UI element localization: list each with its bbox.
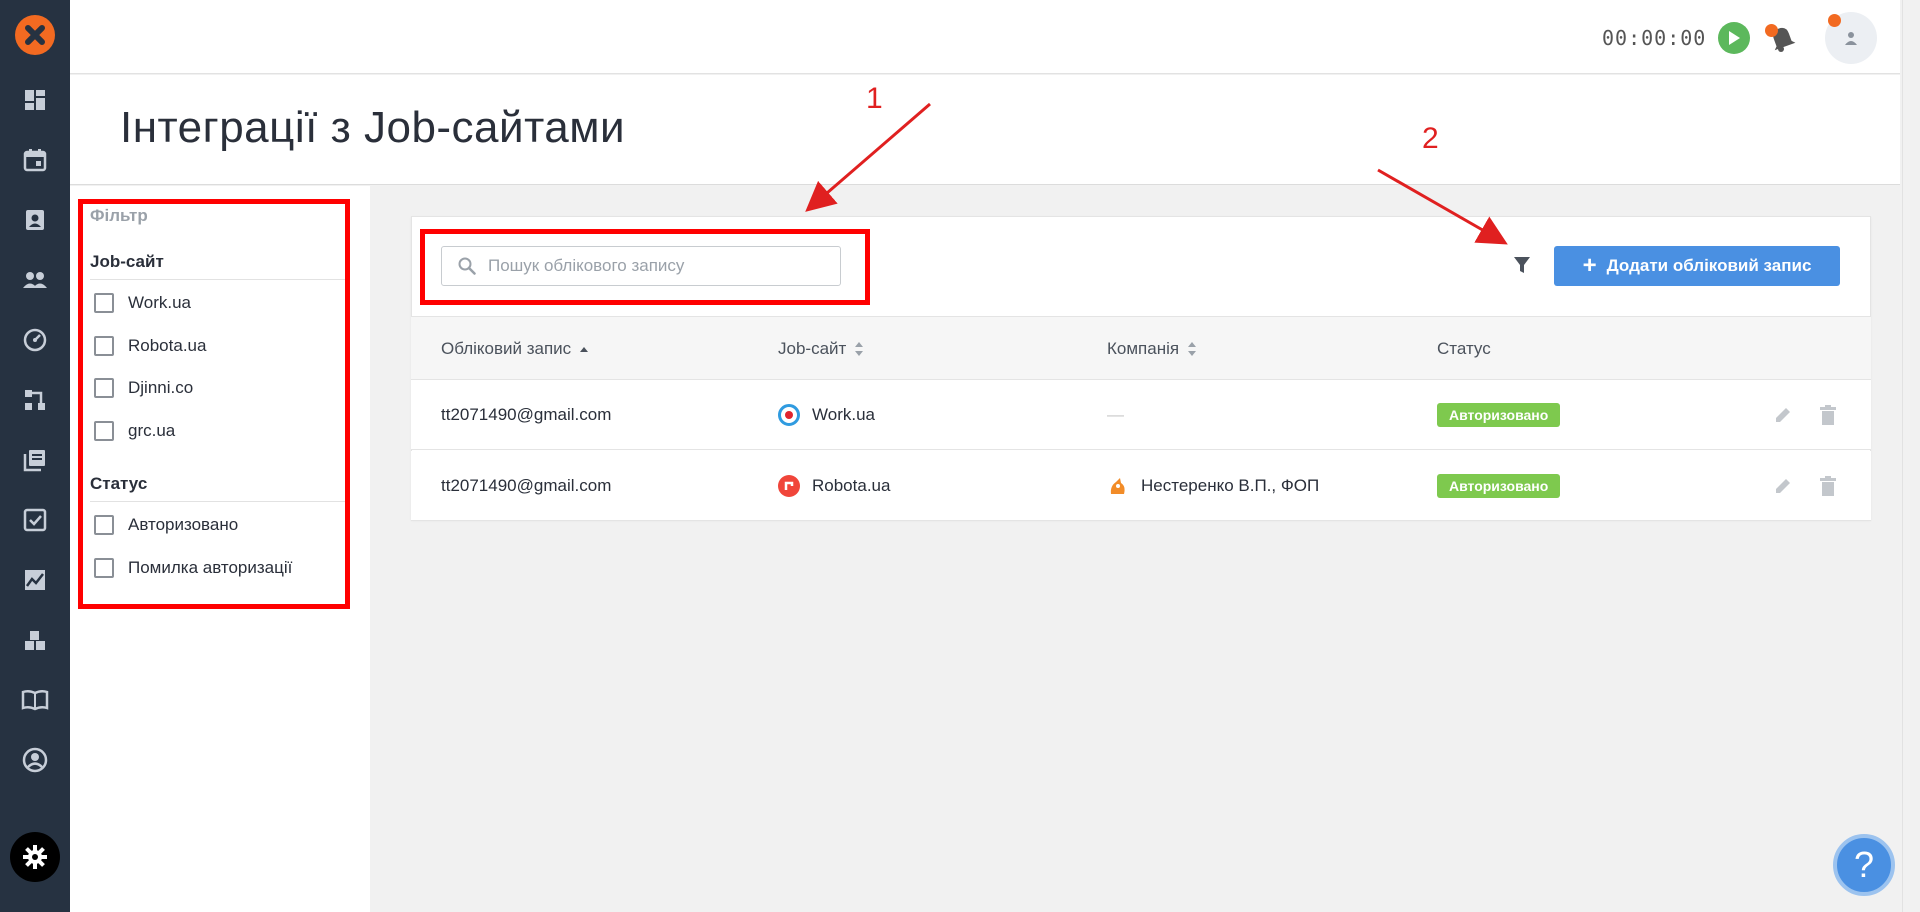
annotation-arrow-2 xyxy=(1377,168,1508,245)
annotation-number-1: 1 xyxy=(866,82,883,115)
annotation-arrow-1 xyxy=(805,102,931,212)
annotation-arrows xyxy=(805,102,1508,245)
annotation-number-2: 2 xyxy=(1422,122,1439,155)
scrollbar[interactable] xyxy=(1902,0,1920,912)
help-button[interactable]: ? xyxy=(1833,834,1895,896)
